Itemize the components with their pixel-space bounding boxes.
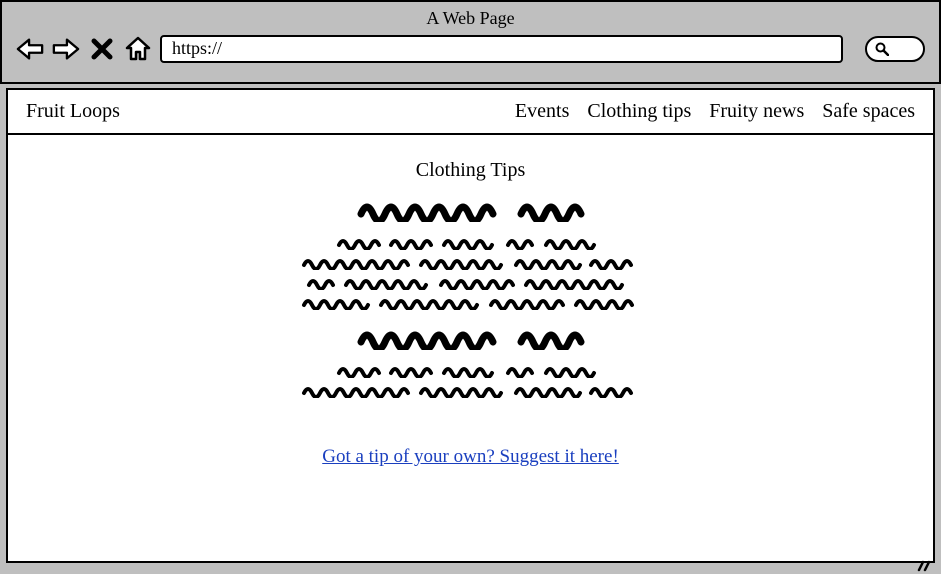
placeholder-line bbox=[336, 366, 606, 378]
placeholder-line bbox=[301, 298, 641, 310]
article-block-2 bbox=[8, 328, 933, 398]
nav-events[interactable]: Events bbox=[515, 100, 569, 123]
nav-links: Events Clothing tips Fruity news Safe sp… bbox=[515, 100, 915, 123]
magnifier-icon bbox=[875, 42, 889, 56]
url-bar[interactable]: https:// bbox=[160, 35, 843, 63]
browser-window-title: A Web Page bbox=[10, 6, 931, 31]
browser-toolbar: https:// bbox=[10, 31, 931, 67]
main-content: Clothing Tips Got a tip of your own? Sug… bbox=[8, 135, 933, 468]
url-text: https:// bbox=[172, 38, 222, 59]
page-title: Clothing Tips bbox=[8, 159, 933, 182]
resize-grip-icon[interactable] bbox=[917, 560, 933, 572]
nav-clothing-tips[interactable]: Clothing tips bbox=[587, 100, 691, 123]
suggest-tip-link[interactable]: Got a tip of your own? Suggest it here! bbox=[322, 446, 619, 468]
nav-safe-spaces[interactable]: Safe spaces bbox=[822, 100, 915, 123]
stop-icon[interactable] bbox=[88, 35, 116, 63]
forward-icon[interactable] bbox=[52, 35, 80, 63]
placeholder-line bbox=[336, 238, 606, 250]
site-nav: Fruit Loops Events Clothing tips Fruity … bbox=[8, 90, 933, 135]
home-icon[interactable] bbox=[124, 35, 152, 63]
placeholder-heading bbox=[356, 200, 586, 222]
placeholder-line bbox=[301, 258, 641, 270]
site-brand[interactable]: Fruit Loops bbox=[26, 100, 515, 123]
browser-chrome: A Web Page https:// bbox=[0, 0, 941, 84]
placeholder-heading bbox=[356, 328, 586, 350]
page-viewport: Fruit Loops Events Clothing tips Fruity … bbox=[6, 88, 935, 563]
nav-fruity-news[interactable]: Fruity news bbox=[709, 100, 804, 123]
back-icon[interactable] bbox=[16, 35, 44, 63]
search-button[interactable] bbox=[865, 36, 925, 62]
article-block-1 bbox=[8, 200, 933, 310]
placeholder-line bbox=[301, 386, 641, 398]
placeholder-line bbox=[306, 278, 636, 290]
